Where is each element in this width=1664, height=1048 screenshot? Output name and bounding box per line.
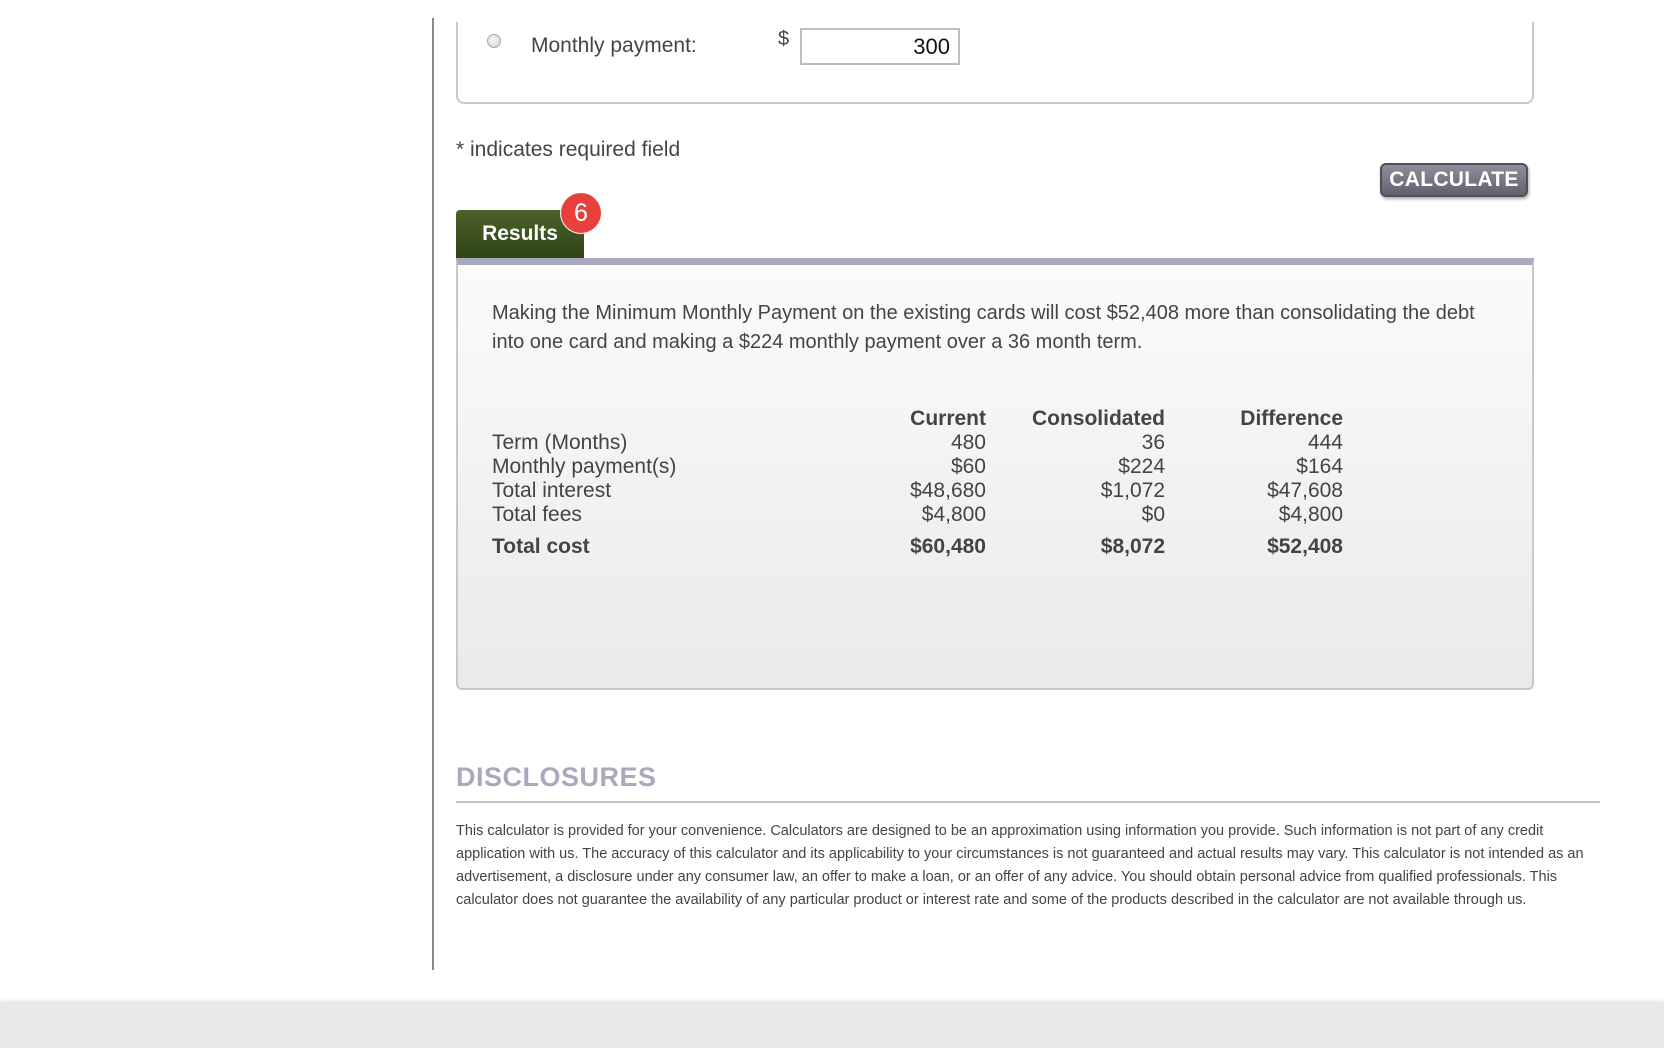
disclosures-text: This calculator is provided for your con…: [456, 823, 1584, 908]
term-current: 480: [950, 431, 986, 454]
row-label-total-cost: Total cost: [492, 535, 590, 558]
total-interest-difference: $47,608: [1267, 479, 1343, 502]
total-cost-current: $60,480: [910, 535, 986, 558]
page-footer-bar: [0, 1002, 1664, 1048]
total-fees-consolidated: $0: [1141, 503, 1165, 526]
required-field-note: * indicates required field: [456, 138, 681, 161]
results-panel: Making the Minimum Monthly Payment on th…: [456, 258, 1534, 690]
monthly-payment-consolidated: $224: [1118, 455, 1165, 478]
total-cost-difference: $52,408: [1267, 535, 1343, 558]
term-consolidated: 36: [1141, 431, 1165, 454]
disclosures-divider: [456, 801, 1600, 803]
monthly-payment-radio[interactable]: [487, 34, 501, 48]
monthly-payment-difference: $164: [1296, 455, 1343, 478]
currency-symbol: $: [778, 28, 790, 50]
header-current: Current: [910, 407, 986, 430]
total-cost-consolidated: $8,072: [1100, 535, 1165, 558]
total-interest-current: $48,680: [910, 479, 986, 502]
row-label-monthly-payment: Monthly payment(s): [492, 455, 677, 478]
header-difference: Difference: [1240, 407, 1343, 430]
disclosures-title: DISCLOSURES: [456, 762, 657, 792]
total-fees-difference: $4,800: [1278, 503, 1343, 526]
header-consolidated: Consolidated: [1031, 407, 1165, 430]
monthly-payment-current: $60: [950, 455, 986, 478]
step-badge: 6: [561, 193, 601, 233]
row-label-term: Term (Months): [492, 431, 628, 454]
content-left-border: [432, 18, 434, 970]
total-interest-consolidated: $1,072: [1100, 479, 1165, 502]
total-fees-current: $4,800: [921, 503, 986, 526]
row-label-total-fees: Total fees: [492, 503, 582, 526]
calculate-button[interactable]: CALCULATE: [1380, 163, 1528, 197]
row-label-total-interest: Total interest: [492, 479, 612, 502]
results-summary: Making the Minimum Monthly Payment on th…: [492, 302, 1475, 353]
monthly-payment-label: Monthly payment:: [531, 34, 697, 57]
monthly-payment-input[interactable]: [800, 28, 960, 65]
term-difference: 444: [1307, 431, 1343, 454]
